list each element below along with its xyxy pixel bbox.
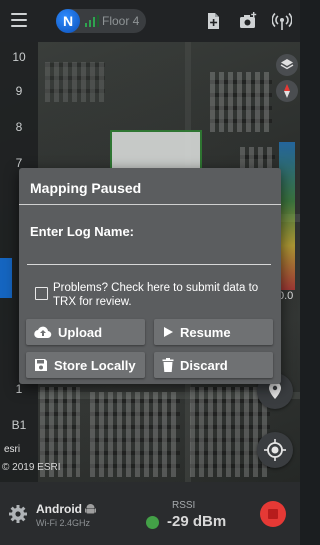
rssi-value: -29 dBm (167, 513, 227, 530)
gps-icon[interactable] (257, 432, 293, 468)
active-floor-indicator (0, 258, 12, 298)
problems-checkbox-label[interactable]: Problems? Check here to submit data to T… (53, 281, 275, 309)
app-logo: N (56, 9, 80, 33)
log-name-input[interactable] (27, 248, 271, 265)
store-locally-label: Store Locally (54, 357, 136, 373)
signal-legend-bar (279, 142, 295, 290)
save-icon (35, 359, 47, 371)
rssi-label: RSSI (172, 500, 196, 511)
upload-label: Upload (58, 324, 103, 340)
top-bar: N Floor 4 (0, 0, 300, 42)
discard-label: Discard (180, 357, 228, 373)
layers-icon[interactable] (276, 54, 298, 76)
floor-item[interactable]: 9 (0, 84, 38, 98)
problems-checkbox[interactable] (35, 287, 48, 300)
cloud-upload-icon (34, 326, 52, 339)
trash-icon (162, 358, 174, 372)
signal-bars-icon (85, 15, 99, 27)
resume-button[interactable]: Resume (154, 319, 273, 345)
discard-button[interactable]: Discard (154, 352, 273, 378)
floor-item[interactable]: 8 (0, 120, 38, 134)
esri-logo: esri (4, 444, 21, 455)
floor-item[interactable]: B1 (0, 418, 38, 432)
mapping-paused-dialog: Mapping Paused Enter Log Name: Problems?… (19, 168, 281, 384)
floor-item[interactable]: 1 (0, 382, 38, 396)
rssi-status-dot (146, 516, 159, 529)
map-attribution: © 2019 ESRI (2, 462, 61, 473)
compass-icon[interactable] (276, 80, 298, 102)
add-file-icon[interactable] (203, 11, 223, 31)
stop-button[interactable] (260, 501, 286, 527)
floor-label: Floor 4 (102, 14, 140, 28)
device-name: Android (36, 502, 82, 516)
log-name-label: Enter Log Name: (30, 224, 135, 239)
menu-icon[interactable] (11, 13, 27, 27)
dialog-divider (19, 204, 281, 205)
dialog-title: Mapping Paused (30, 180, 142, 196)
upload-button[interactable]: Upload (26, 319, 145, 345)
resume-label: Resume (180, 324, 231, 340)
floor-item[interactable]: 10 (0, 50, 38, 64)
android-icon (85, 504, 96, 514)
bottom-status-bar: Android Wi-Fi 2.4GHz RSSI -29 dBm (0, 482, 300, 545)
store-locally-button[interactable]: Store Locally (26, 352, 145, 378)
add-photo-icon[interactable] (238, 11, 258, 31)
floor-selector[interactable]: N Floor 4 (56, 9, 146, 33)
device-connection: Wi-Fi 2.4GHz (36, 518, 90, 528)
wireless-icon[interactable] (272, 11, 292, 31)
play-icon (164, 327, 173, 337)
gear-icon[interactable] (8, 504, 28, 524)
stop-icon (268, 509, 278, 519)
